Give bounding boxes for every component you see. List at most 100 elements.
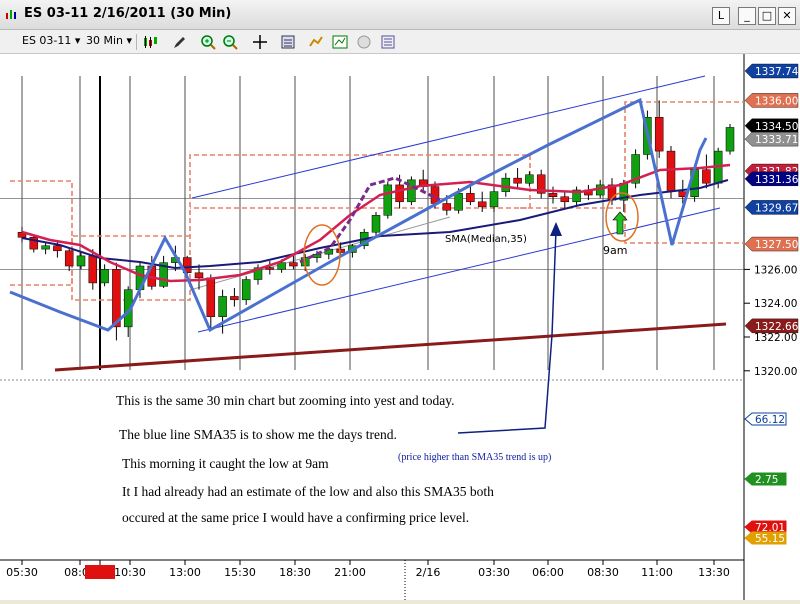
price-label-text: 1331.36 (755, 174, 799, 186)
nine-am-label: 9am (603, 244, 627, 257)
down-candle-body (477, 201, 487, 208)
up-candle-body (725, 127, 735, 152)
up-candle-body (218, 296, 227, 317)
note-line: The blue line SMA35 is to show me the da… (119, 427, 397, 442)
zoom-in-icon[interactable] (200, 34, 216, 50)
crosshair-icon[interactable] (252, 34, 268, 50)
circle-icon[interactable] (356, 34, 372, 50)
x-tick-label: 21:00 (334, 566, 366, 579)
y-tick-label: 1322.00 (754, 332, 797, 344)
down-candle-body (194, 272, 204, 279)
side-note: (price higher than SMA35 trend is up) (398, 452, 551, 463)
link-button[interactable]: L (712, 7, 730, 25)
down-candle-body (513, 177, 522, 184)
down-candle-body (666, 150, 676, 192)
data-box-icon[interactable] (280, 34, 296, 50)
price-label: 1333.71 (744, 131, 798, 147)
x-tick-label: 11:00 (641, 566, 673, 579)
price-label: 1329.67 (744, 200, 798, 215)
up-candle-body (371, 215, 381, 233)
maximize-button[interactable]: □ (758, 7, 776, 25)
properties-icon[interactable] (380, 34, 396, 50)
down-candle-body (206, 277, 216, 317)
window-title: ES 03-11 2/16/2011 (30 Min) (24, 6, 232, 21)
x-tick-label: 08:30 (587, 566, 619, 579)
y-tick-label: 1320.00 (754, 366, 797, 378)
price-label-text: 1337.74 (755, 66, 799, 78)
sma-label: SMA(Median,35) (445, 234, 527, 245)
down-candle-body (265, 267, 275, 270)
candle (631, 149, 640, 189)
up-candle-body (100, 269, 109, 284)
up-candle-body (501, 177, 511, 192)
candle (383, 181, 393, 219)
down-candle-body (88, 255, 98, 284)
indicator-label-text: 55.15 (755, 533, 785, 545)
down-candle-body (289, 262, 298, 267)
price-label: 1327.50 (744, 236, 798, 252)
down-candle-body (702, 169, 711, 184)
indicator-label: 2.75 (744, 472, 787, 486)
down-candle-body (64, 250, 74, 267)
up-candle-body (525, 174, 534, 184)
price-label-text: 1327.50 (755, 239, 798, 251)
chart-area[interactable]: SMA(Median,35) 9am 1337.74 1336.00 1334.50 1… (0, 54, 800, 600)
down-candle-body (442, 203, 452, 211)
up-candle-body (454, 193, 463, 211)
price-label-text: 1333.71 (755, 134, 798, 146)
indicator-label-text: 2.75 (755, 474, 778, 486)
chart-type-icon[interactable] (332, 34, 348, 50)
candle (407, 176, 416, 206)
candlestick-icon[interactable] (142, 34, 158, 50)
down-candle-body (395, 184, 404, 203)
pen-icon[interactable] (172, 34, 188, 50)
note-line: occured at the same price I would have a… (122, 510, 469, 525)
y-tick-label: 1324.00 (754, 298, 797, 310)
x-tick-label: 06:00 (532, 566, 564, 579)
minimize-button[interactable]: _ (738, 7, 756, 25)
note-line: This morning it caught the low at 9am (122, 456, 329, 471)
indicator-label: 55.15 (744, 531, 787, 545)
x-tick-label: 2/16 (416, 566, 441, 579)
candle (725, 124, 735, 155)
x-tick-label: 13:00 (169, 566, 201, 579)
chart-app-icon (6, 10, 16, 19)
symbol-selector[interactable]: ES 03-11 ▾ (22, 34, 80, 47)
down-candle-body (230, 296, 239, 301)
down-candle-body (466, 193, 475, 203)
down-candle-body (654, 117, 664, 152)
price-label: 1337.74 (744, 63, 799, 79)
up-candle-body (489, 191, 499, 208)
up-candle-body (383, 184, 393, 216)
indicator-label-text: 66.12 (755, 414, 785, 426)
price-label: 1331.36 (744, 171, 799, 187)
price-label-text: 1329.67 (755, 202, 798, 214)
up-candle-body (241, 279, 251, 301)
down-candle-body (548, 193, 558, 197)
price-label: 1336.00 (744, 93, 798, 108)
y-tick-label: 1326.00 (754, 264, 797, 276)
note-line: This is the same 30 min chart but zoomin… (116, 393, 454, 408)
down-candle-body (53, 245, 62, 252)
highlighted-time-marker (85, 565, 115, 579)
x-tick-label: 10:30 (114, 566, 146, 579)
indicator-label: 66.12 (744, 412, 787, 426)
toolbar-separator (136, 34, 137, 50)
up-candle-body (76, 255, 86, 267)
x-tick-label: 05:30 (6, 566, 38, 579)
zoom-out-icon[interactable] (222, 34, 238, 50)
chart-toolbar: ES 03-11 ▾ 30 Min ▾ (0, 30, 800, 54)
title-bar: ES 03-11 2/16/2011 (30 Min) L _ □ ✕ (0, 0, 800, 30)
price-label-text: 1334.50 (755, 121, 798, 133)
price-label: 1322.66 (744, 318, 799, 334)
up-candle-body (41, 245, 50, 250)
indicator-icon[interactable] (308, 34, 324, 50)
close-button[interactable]: ✕ (778, 7, 796, 25)
x-tick-label: 13:30 (698, 566, 730, 579)
note-line: It I had already had an estimate of the … (122, 484, 494, 499)
interval-selector[interactable]: 30 Min ▾ (86, 34, 132, 47)
price-chart[interactable]: SMA(Median,35)9am 1337.741336.001334.501… (0, 54, 800, 600)
x-tick-label: 03:30 (478, 566, 510, 579)
x-tick-label: 15:30 (224, 566, 256, 579)
down-candle-body (560, 196, 570, 203)
